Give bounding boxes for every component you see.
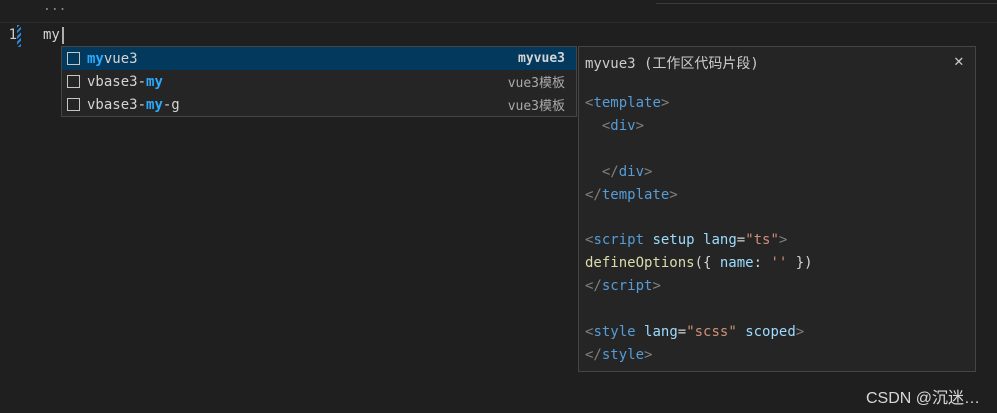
snippet-icon: [67, 75, 80, 88]
snippet-preview: <template> <div> </div> </template> <scr…: [585, 95, 813, 363]
suggestion-detail: myvue3: [518, 51, 565, 66]
breadcrumb[interactable]: ...: [43, 0, 66, 14]
suggestion-detail: vue3模板: [507, 76, 565, 91]
suggest-widget: myvue3 myvue3 vbase3-my vue3模板 vbase3-my…: [61, 46, 577, 117]
top-panel-border: [656, 0, 997, 4]
snippet-icon: [67, 52, 80, 65]
suggestion-label: myvue3: [87, 50, 138, 67]
snippet-icon: [67, 98, 80, 111]
suggestion-label: vbase3-my-g: [87, 96, 180, 113]
suggestion-detail: vue3模板: [507, 99, 565, 114]
suggestion-item[interactable]: myvue3 myvue3: [62, 47, 576, 70]
suggestion-details-panel: myvue3 (工作区代码片段) ✕ <template> <div> </di…: [578, 46, 976, 372]
watermark: CSDN @沉迷…: [866, 390, 981, 407]
text-cursor: [62, 27, 64, 44]
gutter-modified-indicator[interactable]: [17, 25, 21, 47]
details-title: myvue3 (工作区代码片段): [585, 56, 759, 72]
editor-separator: [0, 22, 997, 23]
close-icon[interactable]: ✕: [954, 51, 964, 70]
line-number: 1: [8, 27, 17, 43]
suggestion-item[interactable]: vbase3-my-g vue3模板: [62, 93, 576, 116]
suggestion-label: vbase3-my: [87, 73, 163, 90]
code-line[interactable]: my: [43, 25, 60, 45]
suggestion-item[interactable]: vbase3-my vue3模板: [62, 70, 576, 93]
